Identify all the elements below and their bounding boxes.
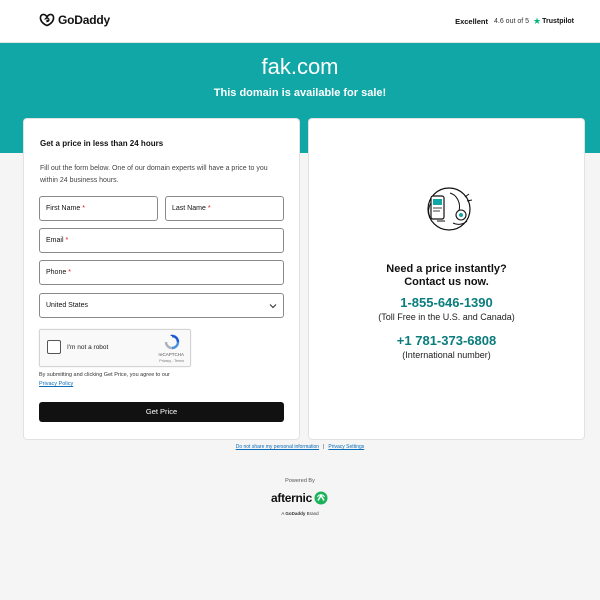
- required-mark: *: [82, 205, 85, 212]
- form-description: Fill out the form below. One of our doma…: [40, 165, 268, 184]
- recaptcha-brand: reCAPTCHA: [158, 352, 184, 357]
- tollfree-phone-link[interactable]: 1-855-646-1390: [309, 295, 584, 310]
- trustpilot-star-icon: ★: [533, 16, 542, 26]
- price-request-form: Get a price in less than 24 hours Fill o…: [24, 119, 299, 439]
- first-name-label: First Name: [46, 205, 81, 212]
- contact-heading: Need a price instantly? Contact us now.: [309, 263, 584, 289]
- godaddy-brand-line: A GoDaddy Brand: [0, 511, 600, 516]
- first-name-field[interactable]: First Name *: [39, 196, 158, 221]
- trust-rating: 4.6 out of 5: [494, 18, 530, 25]
- form-title: Get a price in less than 24 hours: [40, 139, 164, 148]
- trust-label: Excellent: [455, 17, 488, 26]
- required-mark: *: [65, 237, 69, 244]
- footer-links: Do not share my personal information | Pri…: [0, 444, 600, 450]
- footer-separator: |: [323, 444, 325, 450]
- godaddy-logo-text: GoDaddy: [58, 13, 110, 27]
- privacy-settings-link[interactable]: Privacy Settings: [328, 444, 364, 450]
- site-header: GoDaddy Excellent 4.6 out of 5 ★ Trustpi…: [0, 0, 600, 43]
- recaptcha-label: I'm not a robot: [67, 344, 109, 351]
- trustpilot-widget[interactable]: Excellent 4.6 out of 5 ★ Trustpilot: [455, 16, 574, 27]
- recaptcha-links[interactable]: Privacy - Terms: [159, 359, 184, 363]
- do-not-share-link[interactable]: Do not share my personal information: [236, 444, 319, 450]
- international-label: (International number): [402, 350, 491, 360]
- country-select[interactable]: United States: [39, 293, 284, 318]
- phone-support-illustration-icon: [427, 187, 473, 231]
- email-field[interactable]: Email *: [39, 228, 284, 253]
- brand-prefix: A: [281, 511, 285, 516]
- godaddy-logo-icon: [39, 13, 55, 27]
- last-name-field[interactable]: Last Name *: [165, 196, 284, 221]
- privacy-policy-link[interactable]: Privacy Policy: [39, 381, 73, 387]
- phone-field[interactable]: Phone *: [39, 260, 284, 285]
- email-label: Email: [46, 237, 64, 244]
- domain-name: fak.com: [261, 54, 339, 79]
- powered-by-label: Powered By: [285, 478, 315, 484]
- contact-heading-line2: Contact us now.: [404, 276, 489, 288]
- tollfree-label: (Toll Free in the U.S. and Canada): [378, 312, 515, 322]
- country-value: United States: [46, 302, 89, 309]
- terms-body: By submitting and clicking Get Price, yo…: [39, 372, 170, 378]
- recaptcha-checkbox[interactable]: [47, 340, 61, 354]
- afternic-logo-icon: [314, 491, 328, 505]
- recaptcha-widget: I'm not a robot reCAPTCHA Privacy - Term…: [39, 329, 191, 367]
- chevron-down-icon: [269, 303, 277, 308]
- domain-subtitle: This domain is available for sale!: [213, 87, 387, 99]
- required-mark: *: [207, 205, 211, 212]
- contact-card: Need a price instantly? Contact us now. …: [309, 119, 584, 439]
- afternic-logo-text: afternic: [271, 491, 312, 505]
- brand-name: GoDaddy: [285, 511, 306, 516]
- last-name-label: Last Name: [172, 205, 206, 212]
- afternic-logo[interactable]: afternic: [271, 491, 328, 505]
- international-phone-link[interactable]: +1 781-373-6808: [309, 333, 584, 348]
- required-mark: *: [68, 269, 71, 276]
- get-price-button[interactable]: Get Price: [39, 402, 284, 422]
- trust-brand: Trustpilot: [542, 18, 574, 25]
- phone-label: Phone: [46, 269, 67, 276]
- godaddy-logo[interactable]: GoDaddy: [39, 13, 110, 27]
- brand-suffix: Brand: [306, 511, 319, 516]
- contact-heading-line1: Need a price instantly?: [386, 263, 507, 275]
- terms-text: By submitting and clicking Get Price, yo…: [39, 371, 239, 389]
